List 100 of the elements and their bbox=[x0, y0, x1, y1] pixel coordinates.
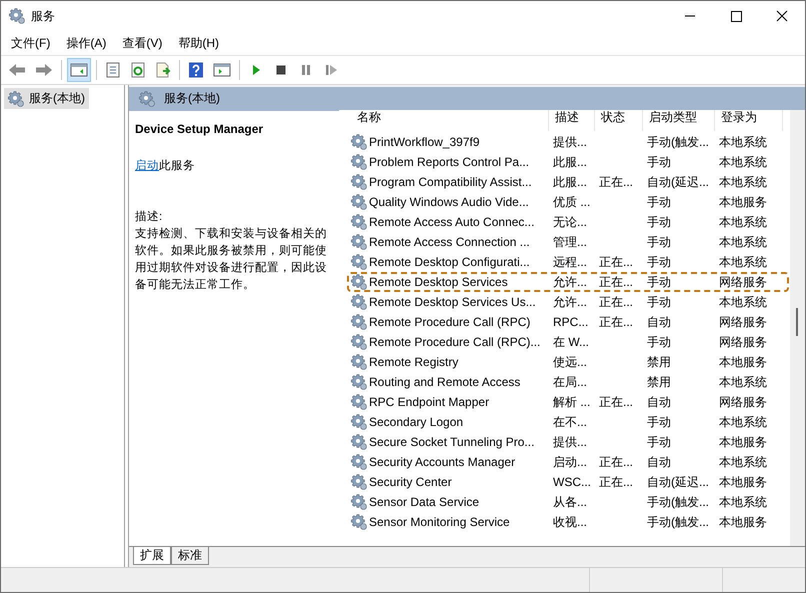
menu-item[interactable]: 帮助(H) bbox=[172, 32, 225, 54]
table-cell: 本地系统 bbox=[719, 214, 767, 228]
table-cell: 网络服务 bbox=[719, 314, 767, 328]
table-cell: 手动 bbox=[647, 214, 671, 228]
service-gear-icon bbox=[351, 374, 367, 390]
back-arrow-icon bbox=[8, 62, 26, 78]
table-cell: 本地服务 bbox=[719, 194, 767, 208]
service-name-cell: Remote Desktop Configurati... bbox=[369, 255, 530, 269]
service-name-cell: Remote Registry bbox=[369, 355, 458, 369]
table-cell: 手动 bbox=[647, 254, 671, 268]
table-row[interactable]: Secure Socket Tunneling Pro... 提供... 手动 本地服务 bbox=[347, 432, 789, 452]
table-cell: 管理... bbox=[553, 234, 588, 248]
service-gear-icon bbox=[351, 334, 367, 350]
table-row[interactable]: PrintWorkflow_397f9 提供... 手动(触发... 本地系统 bbox=[347, 132, 789, 152]
service-gear-icon bbox=[351, 294, 367, 310]
table-cell: 自动 bbox=[647, 314, 671, 328]
table-cell: 在 W... bbox=[553, 334, 589, 348]
table-cell: 允许... bbox=[553, 274, 588, 288]
table-cell: 手动 bbox=[647, 434, 671, 448]
menu-item[interactable]: 操作(A) bbox=[60, 32, 112, 54]
table-cell: 在局... bbox=[553, 374, 588, 388]
table-row[interactable]: Sensor Data Service 从各... 手动(触发... 本地系统 bbox=[347, 492, 789, 512]
description-text: 支持检测、下载和安装与设备相关的软件。如果此服务被禁用，则可能使用过期软件对设备进行配置，因此设备可能无法正常工作。 bbox=[135, 226, 328, 293]
table-row[interactable]: Program Compatibility Assist... 此服... 正在... 自动(延迟... 本地系统 bbox=[347, 172, 789, 192]
table-row[interactable]: Remote Desktop Services Us... 允许... 正在... 手动 本地系统 bbox=[347, 292, 789, 312]
table-cell: 自动 bbox=[647, 454, 671, 468]
service-name-cell: Remote Procedure Call (RPC)... bbox=[369, 335, 540, 349]
table-row[interactable]: Problem Reports Control Pa... 此服... 手动 本地系统 bbox=[347, 152, 789, 172]
table-row[interactable]: Remote Registry 使远... 禁用 本地服务 bbox=[347, 352, 789, 372]
table-row[interactable]: Quality Windows Audio Vide... 优质 ... 手动 本地服务 bbox=[347, 192, 789, 212]
table-cell: 手动(触发... bbox=[647, 514, 709, 528]
table-cell: 自动(延迟... bbox=[647, 174, 709, 188]
scrollbar[interactable] bbox=[790, 110, 805, 546]
service-name-cell: Problem Reports Control Pa... bbox=[369, 155, 530, 169]
service-gear-icon bbox=[351, 134, 367, 150]
properties-icon bbox=[105, 62, 121, 78]
table-row[interactable]: Remote Procedure Call (RPC) RPC... 正在... 自动 网络服务 bbox=[347, 312, 789, 332]
column-header[interactable]: 描述 bbox=[549, 110, 595, 131]
column-header[interactable]: 登录为 bbox=[715, 110, 783, 131]
start-link[interactable]: 启动 bbox=[135, 158, 159, 175]
view-tab[interactable]: 扩展 bbox=[133, 547, 171, 565]
table-cell: 手动 bbox=[647, 414, 671, 428]
table-cell: 手动 bbox=[647, 274, 671, 288]
service-name-cell: Remote Desktop Services bbox=[369, 275, 508, 289]
table-row[interactable]: Remote Access Auto Connec... 无论... 手动 本地系统 bbox=[347, 212, 789, 232]
table-cell: 手动 bbox=[647, 194, 671, 208]
table-cell: 手动(触发... bbox=[647, 494, 709, 508]
table-cell: 无论... bbox=[553, 214, 588, 228]
table-row[interactable]: Remote Procedure Call (RPC)... 在 W... 手动 网络服务 bbox=[347, 332, 789, 352]
column-header[interactable]: 名称 bbox=[351, 110, 549, 131]
table-cell: 本地服务 bbox=[719, 354, 767, 368]
service-name-cell: Remote Access Connection ... bbox=[369, 235, 530, 249]
table-row[interactable]: Routing and Remote Access 在局... 禁用 本地系统 bbox=[347, 372, 789, 392]
menu-item[interactable]: 文件(F) bbox=[5, 32, 56, 54]
table-row[interactable]: Security Center WSC... 正在... 自动(延迟... 本地服务 bbox=[347, 472, 789, 492]
table-cell: 本地系统 bbox=[719, 234, 767, 248]
table-cell: 手动 bbox=[647, 234, 671, 248]
service-gear-icon bbox=[351, 434, 367, 450]
table-row[interactable]: Sensor Monitoring Service 收视... 手动(触发... 本地服务 bbox=[347, 512, 789, 532]
column-header[interactable]: 启动类型 bbox=[643, 110, 715, 131]
description-label: 描述: bbox=[135, 210, 164, 225]
service-gear-icon bbox=[351, 314, 367, 330]
table-row[interactable]: Remote Desktop Configurati... 远程... 正在... 手动 本地系统 bbox=[347, 252, 789, 272]
view-tab[interactable]: 标准 bbox=[171, 547, 209, 565]
service-gear-icon bbox=[351, 214, 367, 230]
service-name-cell: Sensor Monitoring Service bbox=[369, 515, 510, 529]
toolbar-button[interactable] bbox=[67, 58, 91, 82]
table-cell: 本地服务 bbox=[719, 474, 767, 488]
panel-title: 服务(本地) bbox=[164, 90, 220, 107]
table-row[interactable]: Remote Access Connection ... 管理... 手动 本地系统 bbox=[347, 232, 789, 252]
table-cell: 使远... bbox=[553, 354, 588, 368]
gear-icon bbox=[8, 90, 24, 106]
table-cell: 此服... bbox=[553, 174, 588, 188]
table-cell: 本地系统 bbox=[719, 174, 767, 188]
table-cell: 本地系统 bbox=[719, 374, 767, 388]
table-row[interactable]: Secondary Logon 在不... 手动 本地系统 bbox=[347, 412, 789, 432]
service-name-cell: Secondary Logon bbox=[369, 415, 464, 429]
column-header[interactable]: 状态 bbox=[595, 110, 643, 131]
table-cell: 本地服务 bbox=[719, 434, 767, 448]
table-cell: 正在... bbox=[599, 454, 634, 468]
table-row[interactable]: Security Accounts Manager 启动... 正在... 自动 本地系统 bbox=[347, 452, 789, 472]
table-row[interactable]: RPC Endpoint Mapper 解析 ... 正在... 自动 网络服务 bbox=[347, 392, 789, 412]
service-gear-icon bbox=[351, 354, 367, 370]
service-name-cell: Sensor Data Service bbox=[369, 495, 480, 509]
service-gear-icon bbox=[351, 474, 367, 490]
service-gear-icon bbox=[351, 454, 367, 470]
table-cell: 本地系统 bbox=[719, 154, 767, 168]
menu-item[interactable]: 查看(V) bbox=[116, 32, 168, 54]
table-cell: 远程... bbox=[553, 254, 588, 268]
app-gear-icon bbox=[9, 8, 25, 24]
highlighted-row[interactable]: Remote Desktop Services 允许... 正在... 手动 网络服务 bbox=[347, 272, 789, 292]
service-name-cell: PrintWorkflow_397f9 bbox=[369, 135, 480, 149]
table-cell: 禁用 bbox=[647, 374, 671, 388]
table-cell: 网络服务 bbox=[719, 274, 767, 288]
service-name-cell: Quality Windows Audio Vide... bbox=[369, 195, 529, 209]
service-gear-icon bbox=[351, 414, 367, 430]
table-cell: 从各... bbox=[553, 494, 588, 508]
table-cell: 禁用 bbox=[647, 354, 671, 368]
tree-item[interactable]: 服务(本地) bbox=[4, 88, 89, 109]
table-cell: 本地系统 bbox=[719, 254, 767, 268]
